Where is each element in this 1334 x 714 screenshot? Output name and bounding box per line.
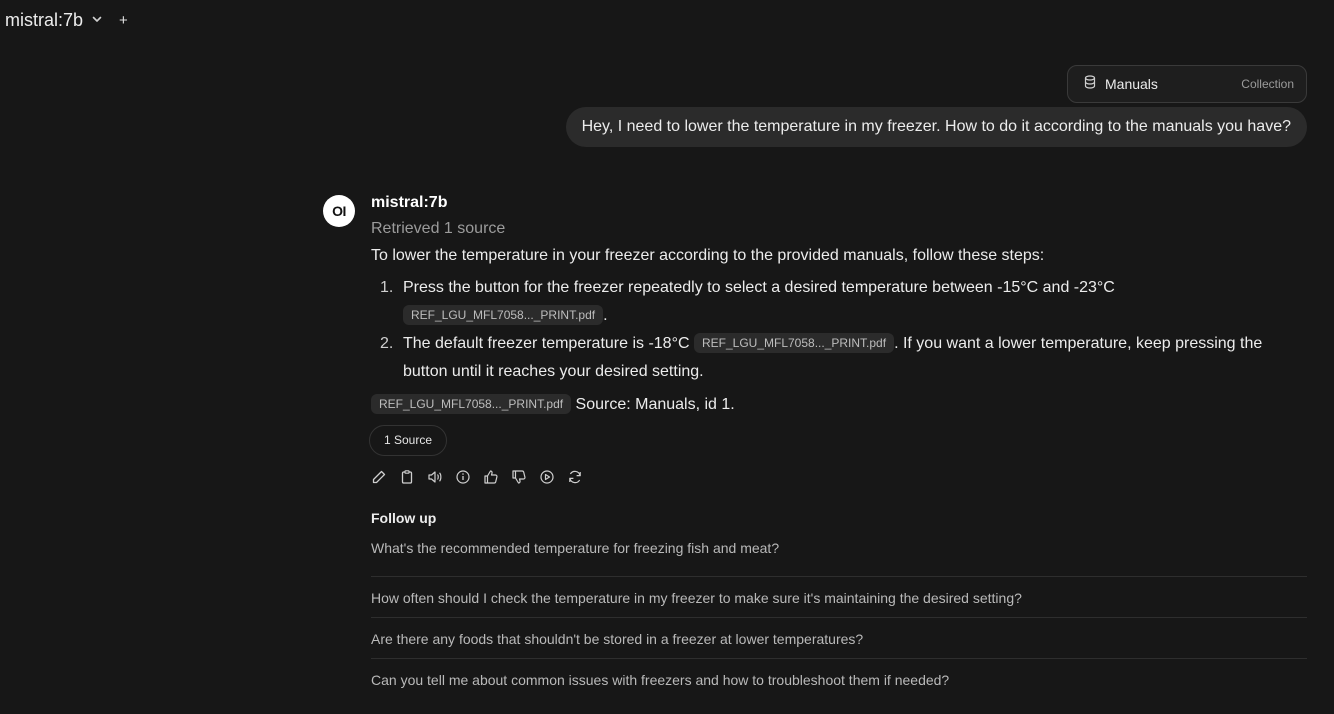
edit-icon[interactable] <box>371 469 387 485</box>
assistant-response: mistral:7b Retrieved 1 source To lower t… <box>369 192 1311 700</box>
list-number: 1. <box>380 279 394 296</box>
source-text: Source: Manuals, id 1. <box>575 396 735 413</box>
followup-item[interactable]: Can you tell me about common issues with… <box>371 659 1307 700</box>
list-item: 2. The default freezer temperature is -1… <box>371 330 1311 386</box>
message-actions <box>371 467 1311 487</box>
followup-title: Follow up <box>371 510 437 526</box>
response-model-name: mistral:7b <box>371 194 448 211</box>
response-intro: To lower the temperature in your freezer… <box>371 247 1045 264</box>
add-model-button[interactable]: + <box>119 13 128 28</box>
thumbs-up-icon[interactable] <box>483 469 499 485</box>
list-item-text: Press the button for the freezer repeate… <box>403 279 1115 325</box>
collection-kind: Collection <box>1241 77 1294 91</box>
thumbs-down-icon[interactable] <box>511 469 527 485</box>
collection-name: Manuals <box>1105 76 1158 92</box>
citation-chip[interactable]: REF_LGU_MFL7058..._PRINT.pdf <box>403 305 604 325</box>
list-item: 1. Press the button for the freezer repe… <box>371 274 1311 330</box>
steps-list: 1. Press the button for the freezer repe… <box>371 274 1311 386</box>
database-icon <box>1084 74 1096 94</box>
read-aloud-icon[interactable] <box>427 469 443 485</box>
citation-chip[interactable]: REF_LGU_MFL7058..._PRINT.pdf <box>693 333 895 353</box>
sources-button[interactable]: 1 Source <box>369 425 448 456</box>
regenerate-icon[interactable] <box>567 469 583 485</box>
continue-icon[interactable] <box>539 469 555 485</box>
user-message: Hey, I need to lower the temperature in … <box>565 107 1307 147</box>
info-icon[interactable] <box>455 469 471 485</box>
retrieved-sources-status[interactable]: Retrieved 1 source <box>371 219 1311 239</box>
list-item-text: The default freezer temperature is -18°C… <box>403 333 1263 380</box>
assistant-avatar: OI <box>323 195 355 227</box>
citation-chip[interactable]: REF_LGU_MFL7058..._PRINT.pdf <box>371 394 572 414</box>
followup-item[interactable]: How often should I check the temperature… <box>371 577 1307 618</box>
chevron-down-icon[interactable] <box>91 12 103 30</box>
collection-chip[interactable]: Manuals Collection <box>1067 65 1307 103</box>
followup-item[interactable]: What's the recommended temperature for f… <box>371 536 1307 577</box>
model-selector[interactable]: mistral:7b <box>5 10 83 31</box>
copy-icon[interactable] <box>399 469 415 485</box>
source-line: REF_LGU_MFL7058..._PRINT.pdf Source: Man… <box>371 394 1311 415</box>
model-selector-bar: mistral:7b + <box>5 8 128 32</box>
followup-list: What's the recommended temperature for f… <box>371 536 1307 700</box>
list-number: 2. <box>380 335 394 352</box>
followup-item[interactable]: Are there any foods that shouldn't be st… <box>371 618 1307 659</box>
